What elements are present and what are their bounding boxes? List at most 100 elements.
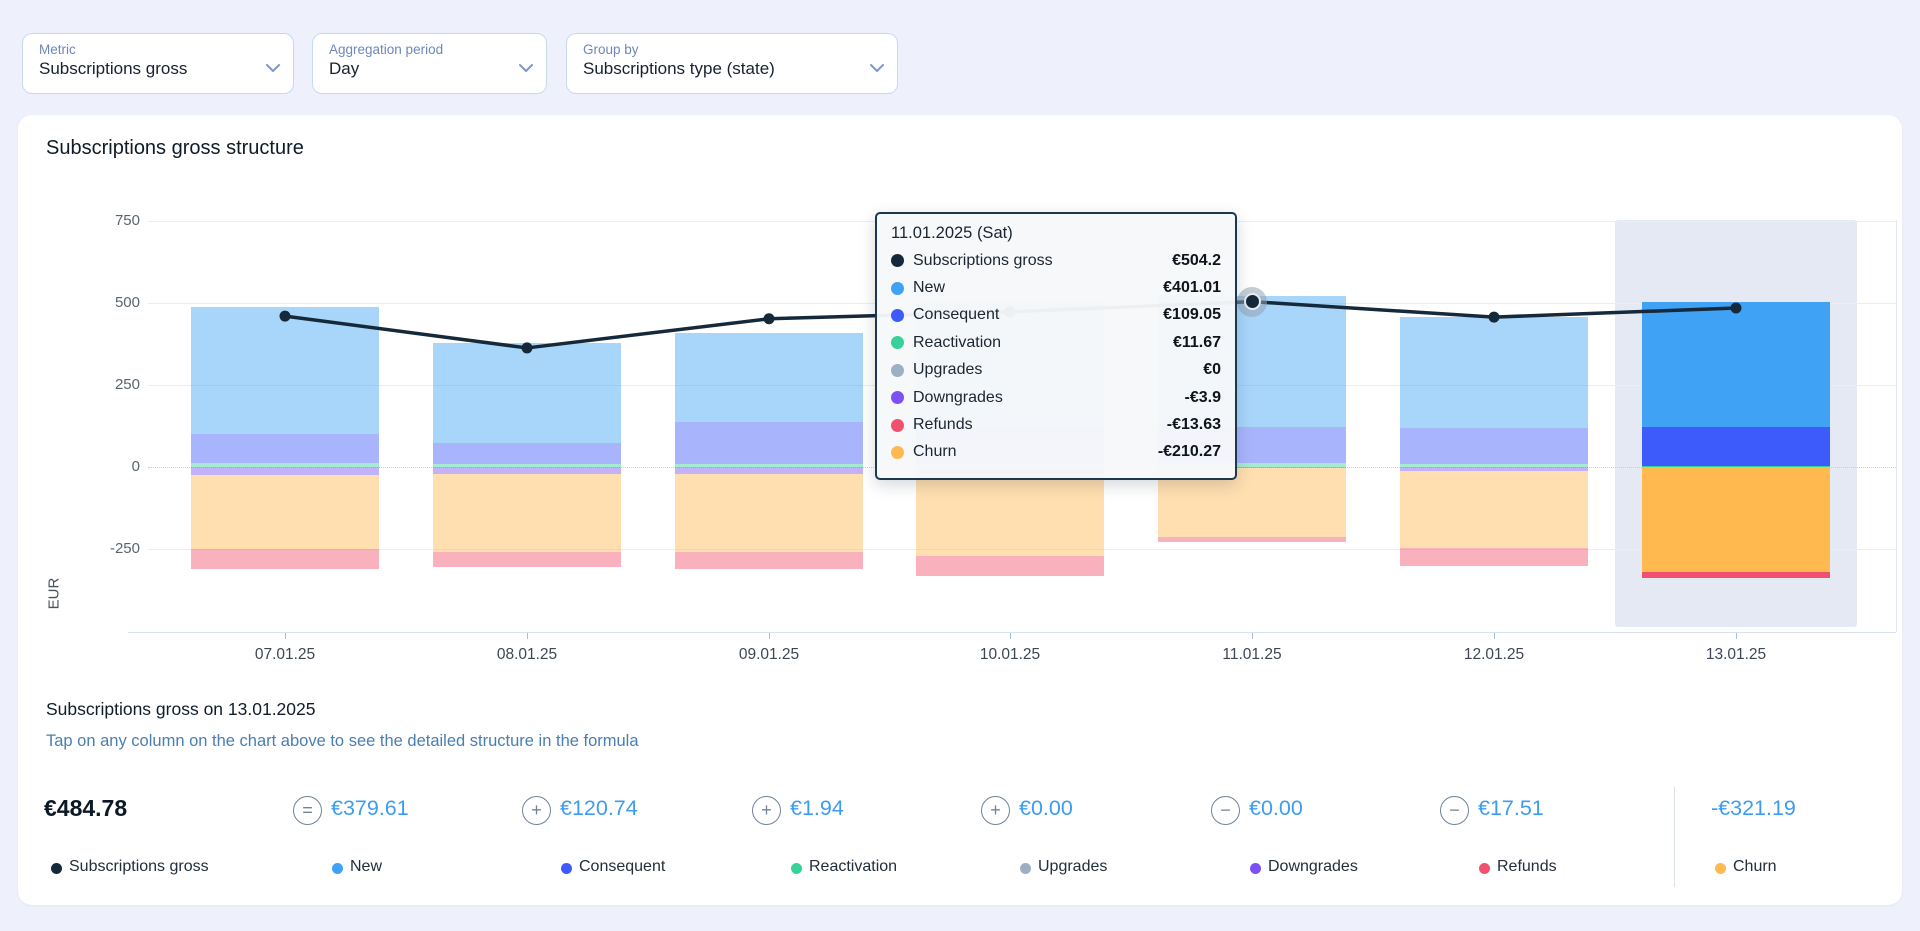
group-by-value: Subscriptions type (state) xyxy=(583,59,857,79)
metric-dropdown[interactable]: Metric Subscriptions gross xyxy=(22,33,294,94)
upgrades-legend-dot xyxy=(1020,863,1031,874)
formula-operator-icon: + xyxy=(522,796,551,825)
refunds-dot-icon xyxy=(891,419,904,432)
total-label: Subscriptions gross xyxy=(69,858,209,876)
new-legend-dot xyxy=(332,863,343,874)
bar-segment-churn[interactable] xyxy=(916,474,1104,556)
tooltip-series-name: Upgrades xyxy=(913,361,982,379)
x-axis-tick xyxy=(769,632,770,639)
bar-segment-churn[interactable] xyxy=(191,475,379,549)
x-axis-label: 11.01.25 xyxy=(1182,646,1322,664)
upgrades-value: €0.00 xyxy=(1019,796,1073,821)
subscriptions-gross-dot-icon xyxy=(891,254,904,267)
x-axis-tick xyxy=(1736,632,1737,639)
tooltip-series-value: €504.2 xyxy=(1172,252,1221,270)
bar-segment-new[interactable] xyxy=(1400,317,1588,428)
tooltip-series-name: Churn xyxy=(913,443,957,461)
bar-segment-consequent[interactable] xyxy=(1642,427,1830,467)
churn-value: -€321.19 xyxy=(1711,796,1796,821)
new-label: New xyxy=(350,858,382,876)
summary-heading: Subscriptions gross on 13.01.2025 xyxy=(46,699,315,720)
downgrades-legend-dot xyxy=(1250,863,1261,874)
tooltip-series-value: €401.01 xyxy=(1163,279,1221,297)
y-axis-tick-label: 250 xyxy=(60,376,140,393)
bar-segment-churn[interactable] xyxy=(675,474,863,553)
x-axis-label: 10.01.25 xyxy=(940,646,1080,664)
metric-dropdown-label: Metric xyxy=(39,42,253,57)
group-by-dropdown[interactable]: Group by Subscriptions type (state) xyxy=(566,33,898,94)
refunds-legend-dot xyxy=(1479,863,1490,874)
formula-operator-icon: − xyxy=(1211,796,1240,825)
x-axis-label: 08.01.25 xyxy=(457,646,597,664)
bar-segment-downgrades[interactable] xyxy=(191,467,379,475)
bar-segment-refunds[interactable] xyxy=(916,556,1104,576)
bar-segment-consequent[interactable] xyxy=(191,434,379,464)
tooltip-row: Refunds -€13.63 xyxy=(891,411,1221,438)
consequent-value: €120.74 xyxy=(560,796,638,821)
bar-segment-consequent[interactable] xyxy=(1400,428,1588,464)
x-axis-tick xyxy=(1494,632,1495,639)
tooltip-row: Upgrades€0 xyxy=(891,357,1221,384)
aggregation-period-dropdown[interactable]: Aggregation period Day xyxy=(312,33,547,94)
downgrades-value: €0.00 xyxy=(1249,796,1303,821)
tooltip-series-value: -€210.27 xyxy=(1158,443,1221,461)
tooltip-series-name: New xyxy=(913,279,945,297)
aggregation-period-label: Aggregation period xyxy=(329,42,506,57)
y-axis-title: EUR xyxy=(45,578,62,610)
bar-segment-consequent[interactable] xyxy=(675,422,863,464)
bar-segment-refunds[interactable] xyxy=(675,552,863,569)
chart-card: Subscriptions gross structure 7505002500… xyxy=(18,115,1902,905)
tooltip-row: Subscriptions gross€504.2 xyxy=(891,247,1221,274)
bar-segment-refunds[interactable] xyxy=(1158,537,1346,541)
tooltip-series-name: Refunds xyxy=(913,416,973,434)
tooltip-row: Downgrades-€3.9 xyxy=(891,384,1221,411)
tooltip-row: New €401.01 xyxy=(891,274,1221,301)
formula-operator-icon: = xyxy=(293,796,322,825)
new-dot-icon xyxy=(891,282,904,295)
metric-dropdown-value: Subscriptions gross xyxy=(39,59,253,79)
upgrades-label: Upgrades xyxy=(1038,858,1107,876)
y-axis-tick-label: 750 xyxy=(60,212,140,229)
bar-segment-churn[interactable] xyxy=(1642,467,1830,572)
formula-operator-icon: − xyxy=(1440,796,1469,825)
churn-legend-dot xyxy=(1715,863,1726,874)
churn-label: Churn xyxy=(1733,858,1777,876)
refunds-value: €17.51 xyxy=(1478,796,1544,821)
consequent-dot-icon xyxy=(891,309,904,322)
bar-segment-new[interactable] xyxy=(191,307,379,433)
tooltip-date: 11.01.2025 (Sat) xyxy=(891,224,1221,243)
plot-right-border xyxy=(1896,220,1897,632)
bar-segment-new[interactable] xyxy=(675,333,863,422)
reactivation-dot-icon xyxy=(891,336,904,349)
bar-segment-new[interactable] xyxy=(433,343,621,443)
new-value: €379.61 xyxy=(331,796,409,821)
downgrades-label: Downgrades xyxy=(1268,858,1358,876)
tooltip-series-name: Reactivation xyxy=(913,334,1001,352)
x-axis-tick xyxy=(527,632,528,639)
chevron-down-icon xyxy=(266,60,280,78)
bar-segment-churn[interactable] xyxy=(1400,471,1588,548)
bar-segment-churn[interactable] xyxy=(433,474,621,553)
churn-divider xyxy=(1674,787,1675,887)
formula-operator-icon: + xyxy=(981,796,1010,825)
reactivation-value: €1.94 xyxy=(790,796,844,821)
bar-segment-consequent[interactable] xyxy=(433,443,621,464)
bar-segment-refunds[interactable] xyxy=(1400,548,1588,566)
upgrades-dot-icon xyxy=(891,364,904,377)
aggregation-period-value: Day xyxy=(329,59,506,79)
chevron-down-icon xyxy=(870,60,884,78)
y-axis-tick-label: -250 xyxy=(60,540,140,557)
x-axis-tick xyxy=(1010,632,1011,639)
bar-segment-new[interactable] xyxy=(1642,302,1830,427)
bar-segment-refunds[interactable] xyxy=(191,549,379,569)
x-axis-label: 07.01.25 xyxy=(215,646,355,664)
bar-segment-refunds[interactable] xyxy=(1642,572,1830,578)
total-value: €484.78 xyxy=(44,795,127,822)
subscriptions-gross-legend-dot xyxy=(51,863,62,874)
y-axis-tick-label: 500 xyxy=(60,294,140,311)
bar-segment-refunds[interactable] xyxy=(433,552,621,567)
chevron-down-icon xyxy=(519,60,533,78)
churn-dot-icon xyxy=(891,446,904,459)
tooltip-series-value: -€13.63 xyxy=(1167,416,1221,434)
y-axis-tick-label: 0 xyxy=(60,458,140,475)
